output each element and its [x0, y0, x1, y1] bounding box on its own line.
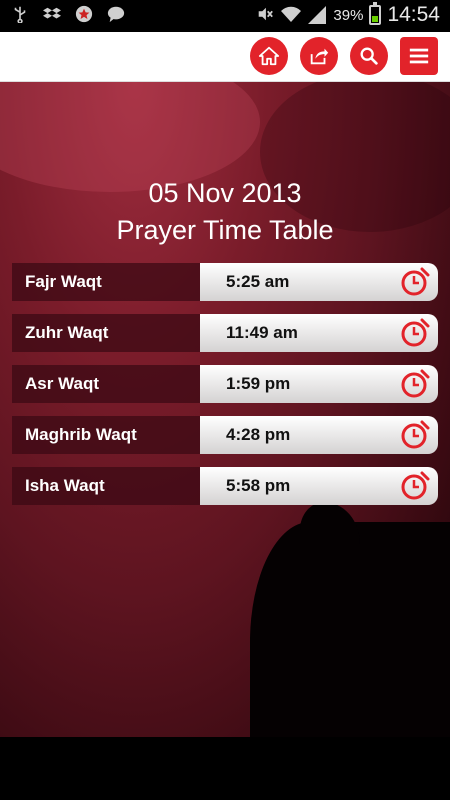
- prayer-label: Isha Waqt: [12, 467, 200, 505]
- battery-icon: [369, 2, 382, 25]
- prayer-time: 5:25 am: [226, 272, 290, 291]
- search-button[interactable]: [350, 37, 388, 75]
- prayer-row-fajr: Fajr Waqt 5:25 am: [12, 263, 438, 301]
- alarm-icon[interactable]: [400, 318, 430, 348]
- star-icon: [74, 5, 94, 25]
- prayer-row-zuhr: Zuhr Waqt 11:49 am: [12, 314, 438, 352]
- prayer-time-box: 5:58 pm: [200, 467, 438, 505]
- usb-icon: [10, 5, 30, 25]
- prayer-label: Fajr Waqt: [12, 263, 200, 301]
- signal-icon: [307, 5, 327, 25]
- prayer-row-isha: Isha Waqt 5:58 pm: [12, 467, 438, 505]
- prayer-row-asr: Asr Waqt 1:59 pm: [12, 365, 438, 403]
- alarm-icon[interactable]: [400, 369, 430, 399]
- search-icon: [360, 47, 378, 65]
- share-icon: [310, 48, 329, 65]
- share-button[interactable]: [300, 37, 338, 75]
- prayer-time: 11:49 am: [226, 323, 298, 342]
- prayer-time-panel: 05 Nov 2013 Prayer Time Table Fajr Waqt …: [0, 82, 450, 737]
- prayer-time: 4:28 pm: [226, 425, 291, 444]
- clock: 14:54: [387, 3, 440, 26]
- menu-button[interactable]: [400, 37, 438, 75]
- prayer-time-box: 5:25 am: [200, 263, 438, 301]
- date-heading: 05 Nov 2013: [148, 178, 302, 208]
- home-icon: [258, 46, 280, 66]
- prayer-time-box: 1:59 pm: [200, 365, 438, 403]
- alarm-icon[interactable]: [400, 420, 430, 450]
- background-wave: [260, 82, 450, 232]
- background-wave: [0, 82, 260, 192]
- chat-icon: [106, 5, 126, 25]
- mute-icon: [255, 5, 275, 25]
- battery-percent: 39%: [333, 6, 364, 24]
- prayer-time-box: 4:28 pm: [200, 416, 438, 454]
- wifi-icon: [281, 5, 302, 25]
- page-title: Prayer Time Table: [116, 215, 334, 245]
- background-silhouette: [300, 502, 360, 572]
- prayer-label: Maghrib Waqt: [12, 416, 200, 454]
- status-bar: 39% 14:54: [0, 0, 450, 32]
- home-button[interactable]: [250, 37, 288, 75]
- bottom-area: [0, 737, 450, 800]
- alarm-icon[interactable]: [400, 267, 430, 297]
- alarm-icon[interactable]: [400, 471, 430, 501]
- prayer-time-box: 11:49 am: [200, 314, 438, 352]
- app-toolbar: [0, 32, 450, 82]
- prayer-row-maghrib: Maghrib Waqt 4:28 pm: [12, 416, 438, 454]
- system-status: 39% 14:54: [255, 2, 440, 27]
- notification-icons: [10, 5, 126, 25]
- menu-icon: [409, 48, 429, 64]
- dropbox-icon: [42, 5, 62, 25]
- prayer-time: 1:59 pm: [226, 374, 291, 393]
- prayer-time: 5:58 pm: [226, 476, 291, 495]
- prayer-label: Zuhr Waqt: [12, 314, 200, 352]
- prayer-label: Asr Waqt: [12, 365, 200, 403]
